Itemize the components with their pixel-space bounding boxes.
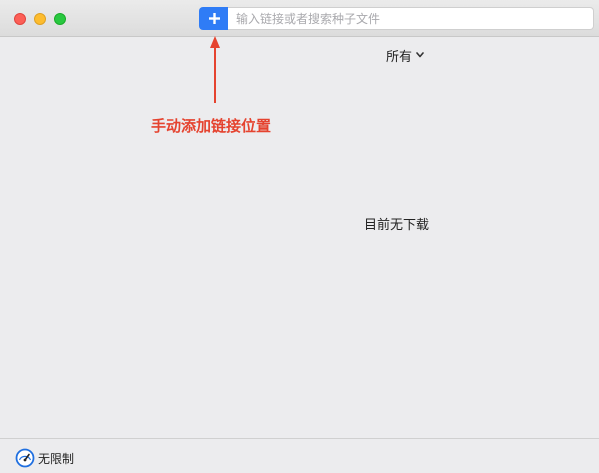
speedometer-icon <box>15 448 35 468</box>
speed-limit-label: 无限制 <box>38 451 75 466</box>
status-bar: 无限制 <box>0 438 599 473</box>
title-bar <box>0 0 599 37</box>
search-input[interactable] <box>228 7 594 30</box>
filter-dropdown[interactable]: 所有 <box>386 45 424 65</box>
empty-state-message: 目前无下载 <box>364 218 430 233</box>
chevron-down-icon <box>416 52 424 58</box>
close-button[interactable] <box>14 13 26 25</box>
filter-label: 所有 <box>386 49 413 65</box>
annotation-label: 手动添加链接位置 <box>151 117 272 135</box>
app-window: 所有 手动添加链接位置 目前无下载 无限制 <box>0 0 599 473</box>
add-link-button[interactable] <box>199 7 229 30</box>
zoom-button[interactable] <box>54 13 66 25</box>
minimize-button[interactable] <box>34 13 46 25</box>
plus-icon <box>208 13 220 24</box>
annotation-arrow <box>210 36 220 103</box>
speed-limit-button[interactable]: 无限制 <box>15 448 74 468</box>
